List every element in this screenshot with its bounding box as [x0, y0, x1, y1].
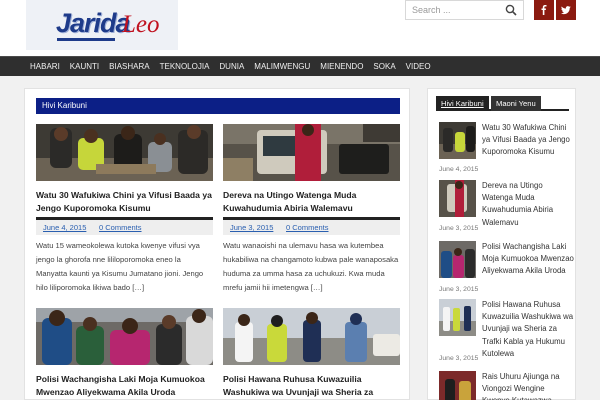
post-title[interactable]: Polisi Hawana Ruhusa Kuwazuilia Washukiw… [223, 373, 400, 400]
facebook-button[interactable] [534, 0, 554, 20]
main-content: Hivi Karibuni Watu 30 Wafukiwa Chini ya … [24, 88, 410, 400]
post-title[interactable]: Watu 30 Wafukiwa Chini ya Vifusi Baada y… [36, 189, 213, 214]
post-title[interactable]: Dereva na Utingo Watenga Muda Kuwahudumi… [223, 189, 400, 214]
sidebar: Hivi Karibuni Maoni Yenu Watu 30 Wafukiw… [427, 88, 576, 400]
sidebar-post-date: June 3, 2015 [439, 286, 479, 293]
logo-underline [57, 38, 115, 41]
sidebar-post-date: June 3, 2015 [439, 355, 479, 362]
site-header: Jarida Leo [0, 0, 600, 56]
sidebar-post-thumbnail[interactable] [439, 180, 476, 217]
nav-item-soka[interactable]: SOKA [368, 57, 400, 77]
sidebar-post: Watu 30 Wafukiwa Chini ya Vifusi Baada y… [439, 122, 574, 176]
post-card: Polisi Hawana Ruhusa Kuwazuilia Washukiw… [223, 308, 400, 400]
sidebar-post-title[interactable]: Dereva na Utingo Watenga Muda Kuwahudumi… [482, 180, 574, 229]
tab-hivi-karibuni[interactable]: Hivi Karibuni [436, 96, 489, 111]
sidebar-post-thumbnail[interactable] [439, 122, 476, 159]
post-meta: June 4, 2015 0 Comments [36, 217, 213, 235]
nav-item-mienendo[interactable]: MIENENDO [315, 57, 368, 77]
sidebar-post: Polisi Wachangisha Laki Moja Kumuokoa Mw… [439, 241, 574, 295]
search-input[interactable] [406, 1, 501, 19]
nav-item-habari[interactable]: HABARI [25, 57, 65, 77]
nav-item-malimwengu[interactable]: MALIMWENGU [249, 57, 315, 77]
facebook-icon [541, 5, 547, 15]
post-comments-link[interactable]: 0 Comments [286, 220, 329, 235]
post-card: Polisi Wachangisha Laki Moja Kumuokoa Mw… [36, 308, 213, 400]
post-excerpt: Watu wanaoishi na ulemavu hasa wa kutemb… [223, 241, 399, 292]
logo-accent-text: Leo [122, 11, 160, 38]
nav-item-biashara[interactable]: BIASHARA [104, 57, 154, 77]
search-icon[interactable] [505, 4, 517, 16]
main-nav: HABARI KAUNTI BIASHARA TEKNOLOJIA DUNIA … [0, 56, 600, 76]
logo-main-text: Jarida [56, 8, 131, 38]
nav-item-dunia[interactable]: DUNIA [214, 57, 249, 77]
post-card: Watu 30 Wafukiwa Chini ya Vifusi Baada y… [36, 124, 213, 309]
sidebar-post-thumbnail[interactable] [439, 371, 476, 400]
post-meta: June 3, 2015 0 Comments [223, 217, 400, 235]
section-title: Hivi Karibuni [36, 98, 400, 114]
sidebar-post-title[interactable]: Watu 30 Wafukiwa Chini ya Vifusi Baada y… [482, 122, 574, 159]
sidebar-post: Rais Uhuru Ajiunga na Viongozi Wengine K… [439, 371, 574, 400]
post-card: Dereva na Utingo Watenga Muda Kuwahudumi… [223, 124, 400, 309]
nav-item-teknolojia[interactable]: TEKNOLOJIA [155, 57, 215, 77]
sidebar-post-thumbnail[interactable] [439, 299, 476, 336]
sidebar-post-thumbnail[interactable] [439, 241, 476, 278]
sidebar-post-title[interactable]: Polisi Wachangisha Laki Moja Kumuokoa Mw… [482, 241, 574, 278]
nav-item-video[interactable]: VIDEO [401, 57, 436, 77]
twitter-button[interactable] [556, 0, 576, 20]
sidebar-post: Dereva na Utingo Watenga Muda Kuwahudumi… [439, 180, 574, 234]
post-title[interactable]: Polisi Wachangisha Laki Moja Kumuokoa Mw… [36, 373, 213, 398]
tab-maoni-yenu[interactable]: Maoni Yenu [491, 96, 541, 111]
post-image[interactable] [36, 124, 213, 181]
sidebar-post-date: June 3, 2015 [439, 225, 479, 232]
sidebar-post-title[interactable]: Rais Uhuru Ajiunga na Viongozi Wengine K… [482, 371, 574, 400]
post-excerpt: Watu 15 wameokolewa kutoka kwenye vifusi… [36, 241, 204, 292]
sidebar-post-date: June 4, 2015 [439, 166, 479, 173]
twitter-icon [561, 6, 571, 15]
sidebar-post-title[interactable]: Polisi Hawana Ruhusa Kuwazuilia Washukiw… [482, 299, 574, 360]
post-image[interactable] [223, 308, 400, 365]
post-date[interactable]: June 3, 2015 [230, 220, 273, 235]
post-image[interactable] [223, 124, 400, 181]
post-image[interactable] [36, 308, 213, 365]
post-date[interactable]: June 4, 2015 [43, 220, 86, 235]
search-box [405, 0, 524, 20]
site-logo[interactable]: Jarida Leo [26, 0, 178, 50]
nav-item-kaunti[interactable]: KAUNTI [65, 57, 104, 77]
sidebar-tabs: Hivi Karibuni Maoni Yenu [436, 96, 569, 111]
post-comments-link[interactable]: 0 Comments [99, 220, 142, 235]
sidebar-post: Polisi Hawana Ruhusa Kuwazuilia Washukiw… [439, 299, 574, 371]
